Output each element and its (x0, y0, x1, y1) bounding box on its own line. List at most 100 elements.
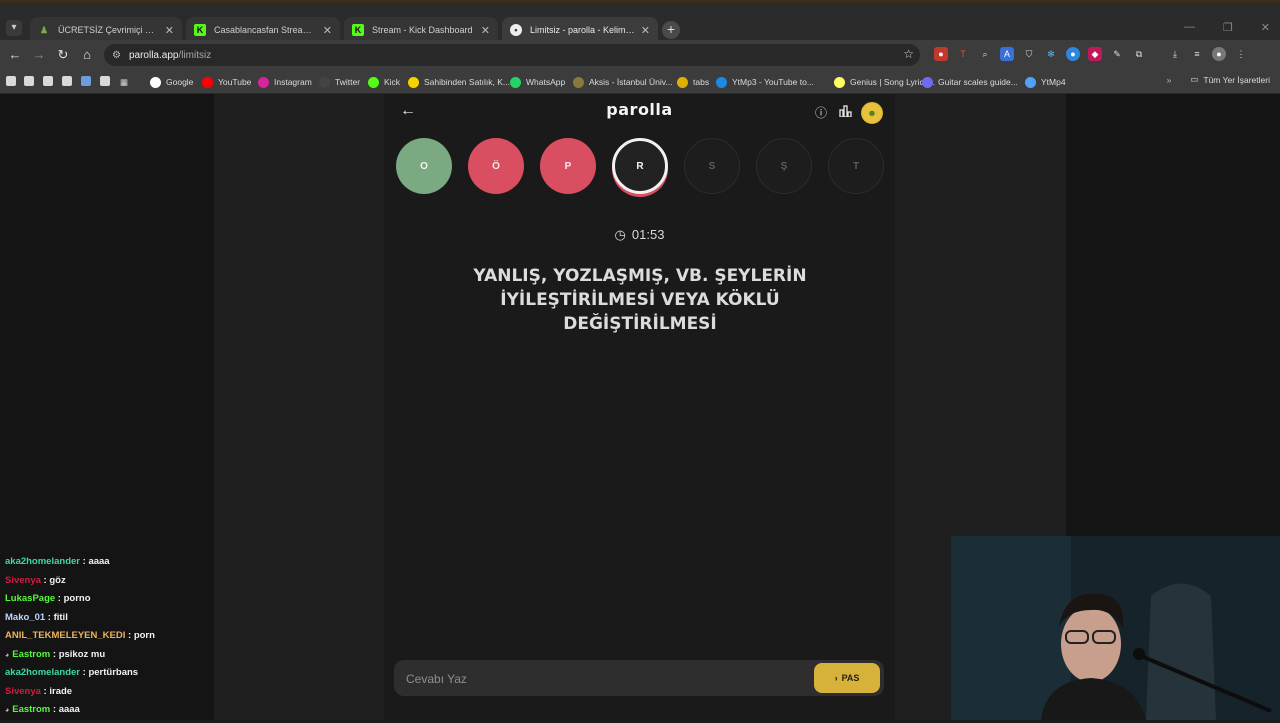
info-icon[interactable]: ⓘ (813, 105, 829, 121)
bookmark-item[interactable]: YtMp4 (1025, 74, 1066, 90)
tab-close-icon[interactable]: ✕ (481, 24, 490, 37)
bookmark-item[interactable]: Google (150, 74, 193, 90)
bookmark-favicon-icon (922, 76, 933, 88)
apps-grid-icon[interactable]: ▦ (120, 74, 128, 90)
user-badge-icon: ◕ (5, 707, 10, 714)
bookmark-favicon-icon (677, 76, 688, 88)
bookmark-star-icon[interactable]: ☆ (903, 47, 914, 61)
download-icon[interactable]: ⤓ (1168, 47, 1182, 61)
media-icon[interactable]: ≡ (1190, 47, 1204, 61)
chat-separator: : (55, 593, 64, 604)
profile-avatar[interactable]: ● (1212, 47, 1226, 61)
bookmark-label: Twitter (335, 77, 361, 87)
pass-label: PAS (841, 673, 860, 683)
tab-close-icon[interactable]: ✕ (165, 24, 174, 37)
chat-username: Sivenya (5, 685, 41, 697)
letter-circle-correct: O (396, 138, 452, 194)
tab-close-icon[interactable]: ✕ (641, 24, 650, 37)
bookmark-item[interactable]: tabs (677, 74, 709, 90)
address-bar[interactable]: ⚙ parolla.app/limitsiz ☆ (104, 44, 920, 66)
bookmark-item[interactable]: Kick (368, 74, 400, 90)
answer-input[interactable] (404, 660, 798, 698)
bookmark-folder-icon[interactable] (6, 76, 16, 86)
timer-value: 01:53 (631, 227, 665, 242)
bookmark-folder-icon[interactable] (100, 76, 110, 86)
chevron-right-icon[interactable]: » (1167, 75, 1172, 85)
chat-username: aka2homelander (5, 556, 80, 567)
extension-icon[interactable]: ● (934, 47, 948, 61)
shield-icon[interactable]: ⛉ (1022, 47, 1036, 61)
bookmark-item[interactable]: YtMp3 - YouTube to... (716, 74, 814, 90)
extension-icon[interactable]: ● (1066, 47, 1080, 61)
bookmark-item[interactable]: Aksis - İstanbul Üniv... (573, 74, 672, 90)
page-viewport: ← parolla ⓘ ☻ OÖPRSŞT ◷ 01:53 YANLIŞ, YOZ… (0, 94, 1280, 720)
extension-icon[interactable]: ✻ (1044, 47, 1058, 61)
all-bookmarks[interactable]: » ▭ Tüm Yer İşaretleri (1167, 74, 1270, 85)
stats-icon[interactable] (837, 105, 853, 121)
url-text: parolla.app/limitsiz (128, 49, 212, 61)
forward-arrow-icon[interactable]: → (30, 46, 48, 64)
letter-wheel: OÖPRSŞT (396, 138, 884, 194)
bookmark-favicon-icon (510, 76, 521, 88)
bookmark-item[interactable]: Instagram (258, 74, 312, 90)
tab-title: Limitsiz - parolla - Kelime oyun... (530, 25, 635, 35)
minimize-icon[interactable]: — (1184, 21, 1195, 34)
bookmark-item[interactable]: Guitar scales guide... (922, 74, 1018, 90)
extensions-area: ● T ⌕ A ⛉ ✻ ● ◆ ✎ ⧉ ⤓ ≡ ● ⋮ (934, 47, 1248, 61)
reload-icon[interactable]: ↻ (54, 46, 72, 64)
chat-message: Mako_01 : fitil (5, 612, 210, 631)
bookmark-favicon-icon (834, 76, 845, 88)
clock-icon: ◷ (614, 227, 626, 242)
home-icon[interactable]: ⌂ (78, 46, 96, 64)
close-window-icon[interactable]: ✕ (1261, 21, 1270, 34)
browser-toolbar: ← → ↻ ⌂ ⚙ parolla.app/limitsiz ☆ ● T ⌕ A… (0, 40, 1280, 70)
tab-close-icon[interactable]: ✕ (323, 24, 332, 37)
tab-title: Casablancasfan Stream - Watch... (214, 25, 317, 35)
chat-username: Sivenya (5, 574, 41, 586)
bookmark-label: Google (166, 77, 194, 87)
bookmark-item[interactable]: YouTube (202, 74, 251, 90)
tab-search-button[interactable]: ▾ (6, 20, 22, 36)
chat-separator: : (45, 611, 54, 623)
parolla-game: ← parolla ⓘ ☻ OÖPRSŞT ◷ 01:53 YANLIŞ, YOZ… (384, 94, 895, 720)
bookmark-item[interactable]: Sahibinden Satılık, K... (408, 74, 510, 90)
maximize-icon[interactable]: ❐ (1223, 21, 1233, 34)
bookmark-item[interactable]: Genius | Song Lyrics... (834, 74, 935, 90)
user-badge-icon: ◕ (5, 651, 10, 659)
chat-username: ANIL_TEKMELEYEN_KEDI (5, 630, 126, 641)
site-info-icon[interactable]: ⚙ (112, 50, 121, 61)
extension-icon[interactable]: T (956, 47, 970, 61)
extension-icon[interactable]: ◆ (1088, 47, 1102, 61)
bookmark-folder-icon[interactable] (24, 76, 34, 86)
chat-message: ANIL_TEKMELEYEN_KEDI : porn (5, 630, 210, 649)
bookmark-folder-icon[interactable] (43, 76, 53, 86)
bookmark-item[interactable]: WhatsApp (510, 74, 565, 90)
chat-text: psikoz mu (58, 648, 106, 660)
user-avatar[interactable]: ☻ (861, 102, 883, 124)
puzzle-icon[interactable]: ⧉ (1132, 47, 1146, 61)
chess-pawn-icon: ♟ (39, 24, 49, 35)
kick-icon: K (352, 24, 364, 36)
back-arrow-icon[interactable]: ← (6, 46, 24, 64)
chat-message: aka2homelander : aaaa (5, 556, 210, 575)
eyedropper-icon[interactable]: ✎ (1110, 47, 1124, 61)
translate-icon[interactable]: A (1000, 47, 1014, 61)
bookmark-label: tabs (693, 77, 710, 87)
new-tab-button[interactable]: + (662, 21, 680, 39)
bookmark-favicon-icon (716, 76, 727, 88)
bookmark-label: Sahibinden Satılık, K... (424, 77, 510, 87)
zoom-icon[interactable]: ⌕ (978, 47, 992, 61)
letter-circle-pending: S (684, 138, 740, 194)
chat-username: Eastrom (12, 704, 51, 715)
chat-text: porno (63, 593, 91, 604)
chat-text: aaaa (88, 556, 110, 567)
window-controls: — ❐ ✕ (1184, 21, 1270, 34)
bookmark-item[interactable]: Twitter (319, 74, 360, 90)
menu-icon[interactable]: ⋮ (1234, 47, 1248, 61)
bookmark-folder-icon[interactable] (81, 76, 91, 86)
chat-separator: : (125, 630, 134, 641)
bookmark-folder-icon[interactable] (62, 76, 72, 86)
pass-button[interactable]: › PAS (814, 663, 880, 693)
bookmark-label: YtMp3 - YouTube to... (732, 77, 814, 87)
chat-username: aka2homelander (5, 667, 80, 678)
